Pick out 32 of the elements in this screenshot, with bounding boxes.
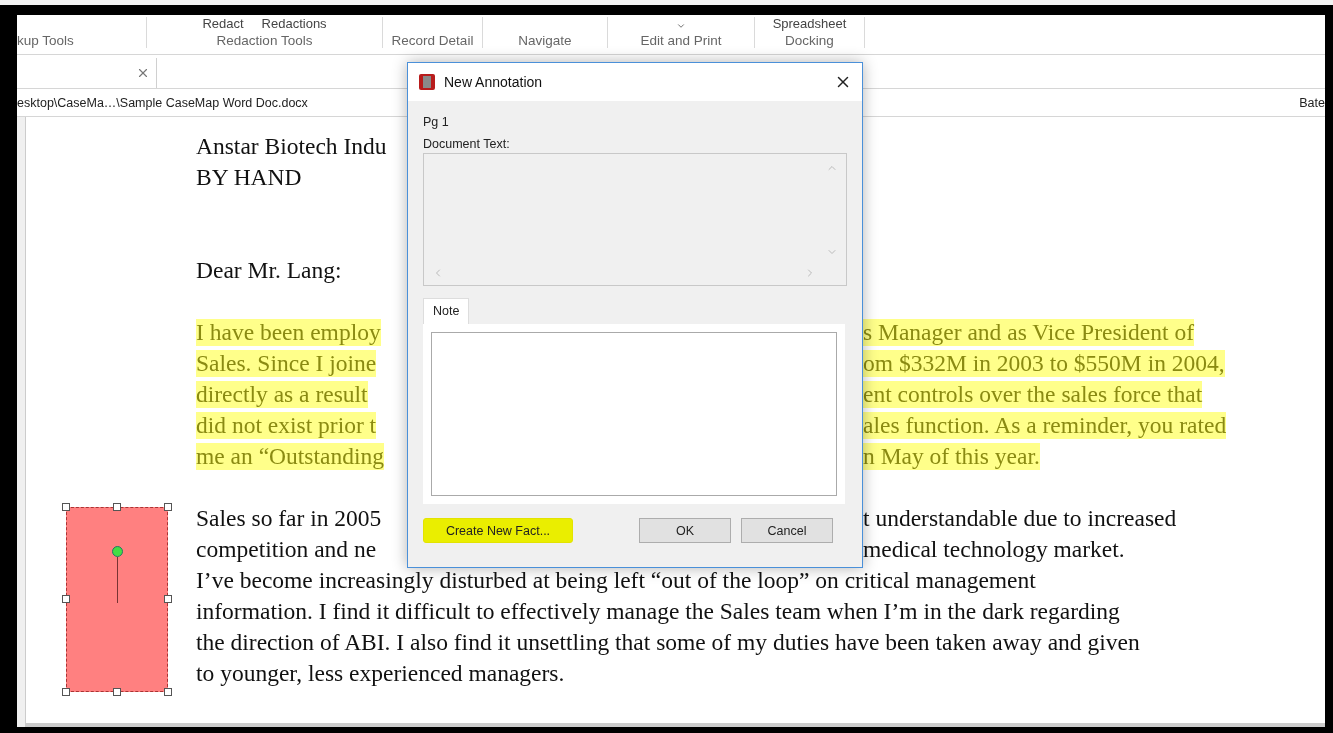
ribbon-group-label: Record Detail [391,33,474,48]
note-field[interactable] [431,332,837,496]
column-label: Bate [1299,95,1325,110]
document-text-line: information. I find it difficult to effectively manage the Sales team when I’m in the dark regarding [196,598,1120,625]
document-text-line: to younger, less experienced managers. [196,660,565,687]
app-icon [418,73,436,91]
document-text-line: I’ve become increasingly disturbed at being left “out of the loop” on critical management [196,567,1036,594]
caret-icon[interactable] [676,21,686,31]
document-text-line: Sales so far in 2005 [196,505,382,532]
ribbon-button[interactable]: Redactions [261,17,327,31]
document-text-line: medical technology market. [863,536,1125,563]
dialog-button[interactable]: Create New Fact... [423,518,573,543]
document-text-line: t understandable due to increased [863,505,1177,532]
note-tab[interactable]: Note [423,298,470,324]
ribbon-group-label: Navigate [518,33,572,48]
document-text-line: the direction of ABI. I also find it unsettling that some of my duties have been taken away and given [196,629,1140,656]
document-text-line: competition and ne [196,536,377,563]
field-label: Document Text: [423,137,511,151]
page-label: Pg 1 [423,115,450,129]
document-text-line: Dear Mr. Lang: [196,257,342,284]
ribbon-group-label: Docking [785,33,834,48]
ribbon-group-label: Redaction Tools [216,33,313,48]
file-path: esktop\CaseMa…\Sample CaseMap Word Doc.docx [17,95,308,110]
ribbon-button[interactable]: Spreadsheet [772,17,847,31]
ribbon-group-label: Edit and Print [640,33,722,48]
document-text-line: Anstar Biotech Indu [196,133,387,160]
document-text-line: BY HAND [196,164,302,191]
dialog-button[interactable]: Cancel [741,518,833,543]
ribbon-group-label: kup Tools [17,33,74,48]
dialog-title: New Annotation [444,74,544,90]
ribbon-button[interactable]: Redact [202,17,244,31]
dialog-button[interactable]: OK [639,518,731,543]
